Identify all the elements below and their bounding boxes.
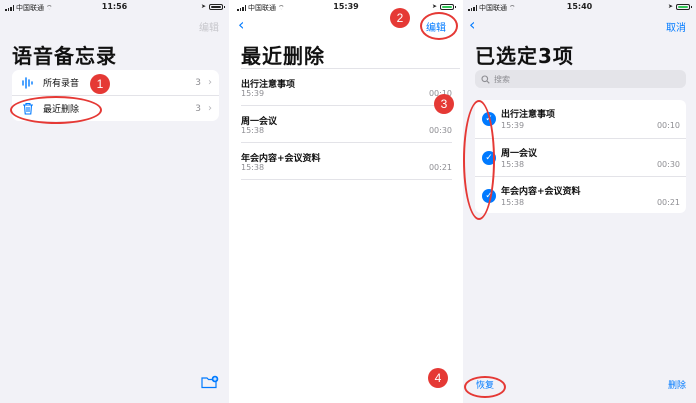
recording-date: 15:39 [501,121,525,130]
recording-title: 出行注意事项 [501,110,556,120]
recording-duration: 00:10 [656,121,680,130]
highlight-ring [10,96,102,124]
edit-button[interactable]: 编辑 [199,19,219,34]
battery-icon [209,3,225,10]
waveform-icon [19,76,37,89]
status-bar: 中国联通 ⌔ 15:40 ➤ [463,0,696,14]
new-folder-icon[interactable] [201,374,219,393]
recording-duration: 00:21 [428,163,452,172]
chevron-right-icon: › [208,77,212,88]
recording-date: 15:38 [241,163,265,172]
page-title: 已选定3项 [475,44,574,68]
battery-charging-icon [676,3,692,10]
step-marker: 2 [390,8,410,28]
page-title: 语音备忘录 [12,44,117,68]
step-marker: 4 [428,368,448,388]
recording-duration: 00:21 [656,198,680,207]
recording-date: 15:38 [501,198,525,207]
search-icon [481,74,490,84]
page-title: 最近删除 [241,44,325,68]
screen-recently-deleted: 中国联通⌔ 15:39 ➤ ‹ 编辑 最近删除 出行注意事项 15:39 00:… [232,0,460,403]
location-icon: ➤ [200,3,206,10]
recording-date: 15:38 [241,126,265,135]
battery-charging-icon [440,3,456,10]
recording-duration: 00:30 [656,160,680,169]
chevron-right-icon: › [208,103,212,114]
highlight-ring [420,12,458,40]
recording-title: 周一会议 [501,149,538,159]
status-time: 11:56 [101,2,128,11]
status-bar: 中国联通 ⌔ 15:39 ➤ [232,0,460,14]
recording-title: 年会内容+会议资料 [501,187,581,197]
status-time: 15:40 [566,2,593,11]
back-chevron-icon[interactable]: ‹ [238,15,244,34]
recording-row[interactable]: ✓ 周一会议 15:38 00:30 [475,138,686,176]
recording-row[interactable]: 周一会议 15:38 00:30 [241,106,452,143]
highlight-ring [464,376,506,398]
screen-select-recordings: 中国联通 ⌔ 15:40 ➤ ‹ 取消 已选定3项 搜索 ✓ 出行注意事项 15:… [463,0,696,403]
cancel-button[interactable]: 取消 [666,19,686,34]
search-field[interactable]: 搜索 [475,70,686,88]
delete-button[interactable]: 删除 [668,378,686,391]
recording-row[interactable]: 年会内容+会议资料 15:38 00:21 [241,143,452,180]
status-bar: 中国联通 ⌔ 11:56 ➤ [0,0,229,14]
recording-row[interactable]: ✓ 年会内容+会议资料 15:38 00:21 [475,176,686,214]
location-icon: ➤ [431,3,437,10]
recording-duration: 00:30 [428,126,452,135]
step-marker: 1 [90,74,110,94]
folder-label: 所有录音 [43,79,80,89]
recording-list: ✓ 出行注意事项 15:39 00:10 ✓ 周一会议 15:38 00:30 … [475,100,686,213]
screen-voice-memos-home: 中国联通 ⌔ 11:56 ➤ 编辑 语音备忘录 所有录音 3 › 最近删除 3 › [0,0,229,403]
back-chevron-icon[interactable]: ‹ [469,15,475,34]
folder-count: 3 [195,103,201,114]
location-icon: ➤ [667,3,673,10]
status-time: 15:39 [333,2,359,11]
folder-all-recordings[interactable]: 所有录音 3 › [12,70,219,95]
step-marker: 3 [434,94,454,114]
highlight-ring [463,100,495,220]
recording-row[interactable]: 出行注意事项 15:39 00:10 [241,69,452,106]
search-placeholder: 搜索 [494,74,510,84]
recording-date: 15:39 [241,89,265,98]
recording-row[interactable]: ✓ 出行注意事项 15:39 00:10 [475,100,686,137]
folder-count: 3 [195,77,201,88]
recording-date: 15:38 [501,160,525,169]
